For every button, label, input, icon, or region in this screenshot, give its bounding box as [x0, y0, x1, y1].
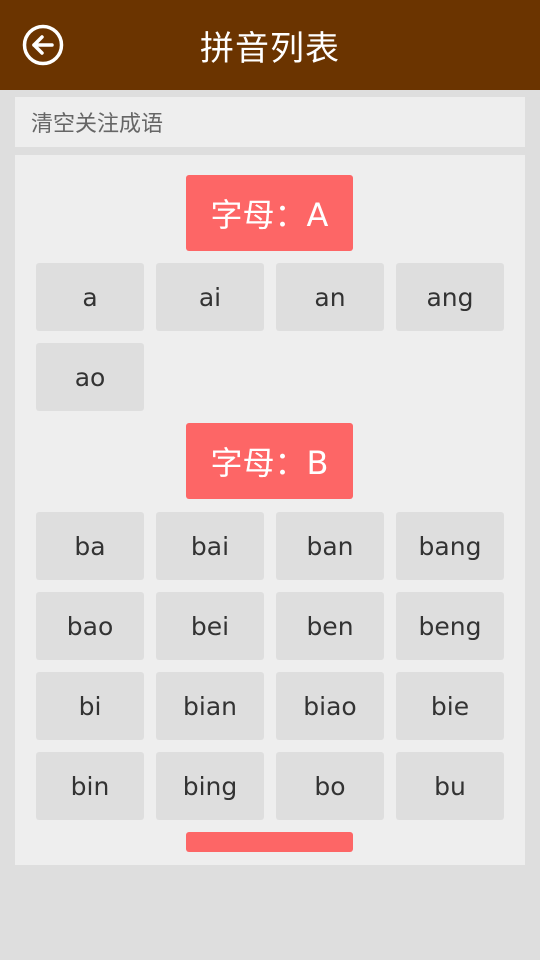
pinyin-item[interactable]: ang	[396, 263, 504, 331]
app-root: 拼音列表 清空关注成语 字母：A a ai an ang ao 字母：B ba …	[0, 0, 540, 960]
letter-heading-b: 字母：B	[186, 423, 353, 499]
page-title: 拼音列表	[200, 28, 340, 69]
back-button[interactable]	[20, 22, 66, 68]
letter-heading-a: 字母：A	[186, 175, 353, 251]
pinyin-item[interactable]: ban	[276, 512, 384, 580]
pinyin-item[interactable]: an	[276, 263, 384, 331]
clear-followed-idioms-label: 清空关注成语	[31, 112, 164, 137]
pinyin-item[interactable]: bei	[156, 592, 264, 660]
arrow-left-circle-icon	[22, 24, 64, 66]
pinyin-item[interactable]: bo	[276, 752, 384, 820]
pinyin-item[interactable]: ao	[36, 343, 144, 411]
pinyin-item[interactable]: biao	[276, 672, 384, 740]
pinyin-item[interactable]: bu	[396, 752, 504, 820]
pinyin-item[interactable]: bang	[396, 512, 504, 580]
pinyin-list-panel[interactable]: 字母：A a ai an ang ao 字母：B ba bai ban bang…	[15, 155, 525, 865]
pinyin-item[interactable]: bao	[36, 592, 144, 660]
pinyin-item[interactable]: bian	[156, 672, 264, 740]
pinyin-item[interactable]: bin	[36, 752, 144, 820]
pinyin-item[interactable]: bi	[36, 672, 144, 740]
pinyin-item[interactable]: ba	[36, 512, 144, 580]
pinyin-item[interactable]: ben	[276, 592, 384, 660]
pinyin-item[interactable]: beng	[396, 592, 504, 660]
top-bar: 拼音列表	[0, 0, 540, 90]
pinyin-item[interactable]: a	[36, 263, 144, 331]
pinyin-item[interactable]: bing	[156, 752, 264, 820]
clear-followed-idioms-button[interactable]: 清空关注成语	[15, 97, 525, 147]
pinyin-item[interactable]: ai	[156, 263, 264, 331]
letter-heading-next	[186, 832, 353, 852]
pinyin-item[interactable]: bie	[396, 672, 504, 740]
pinyin-item[interactable]: bai	[156, 512, 264, 580]
